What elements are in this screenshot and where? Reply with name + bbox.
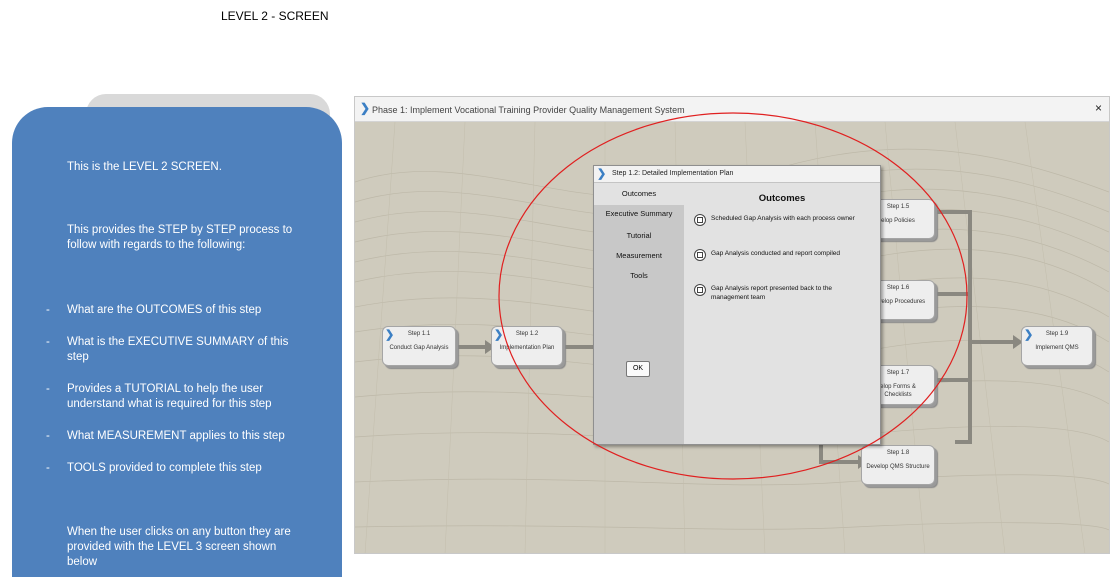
bullet-dash: - [46,462,50,474]
bullet-dash: - [46,336,50,348]
step-name: Implement QMS [1035,345,1079,351]
chevron-icon: ❯ [360,101,371,115]
bullet-text: Provides a TUTORIAL to help the user und… [67,383,272,410]
step-name: Conduct Gap Analysis [389,345,449,351]
bullet-text: TOOLS provided to complete this step [67,462,262,474]
bullet-dash: - [46,430,50,442]
bullet-dash: - [46,383,50,395]
notes-description: This provides the STEP by STEP process t… [67,224,293,251]
bullet-text: What is the EXECUTIVE SUMMARY of this st… [67,336,289,363]
step-node-1-1[interactable]: ❯ Step 1.1 Conduct Gap Analysis [382,326,456,366]
highlight-ellipse [498,112,968,480]
bullet-dash: - [46,304,50,316]
close-icon[interactable]: × [1095,101,1102,115]
phase-window: ❯ Phase 1: Implement Vocational Training… [354,96,1110,554]
page-heading: LEVEL 2 - SCREEN [221,9,329,23]
notes-panel: This is the LEVEL 2 SCREEN. This provide… [12,107,342,577]
bullet-text: What are the OUTCOMES of this step [67,304,262,316]
bullet-text: What MEASUREMENT applies to this step [67,430,285,442]
step-node-1-9[interactable]: ❯ Step 1.9 Implement QMS [1021,326,1093,366]
notes-intro: This is the LEVEL 2 SCREEN. [67,161,222,173]
step-number: Step 1.1 [407,331,431,337]
step-number: Step 1.9 [1045,331,1069,337]
notes-footer: When the user clicks on any button they … [67,526,291,568]
